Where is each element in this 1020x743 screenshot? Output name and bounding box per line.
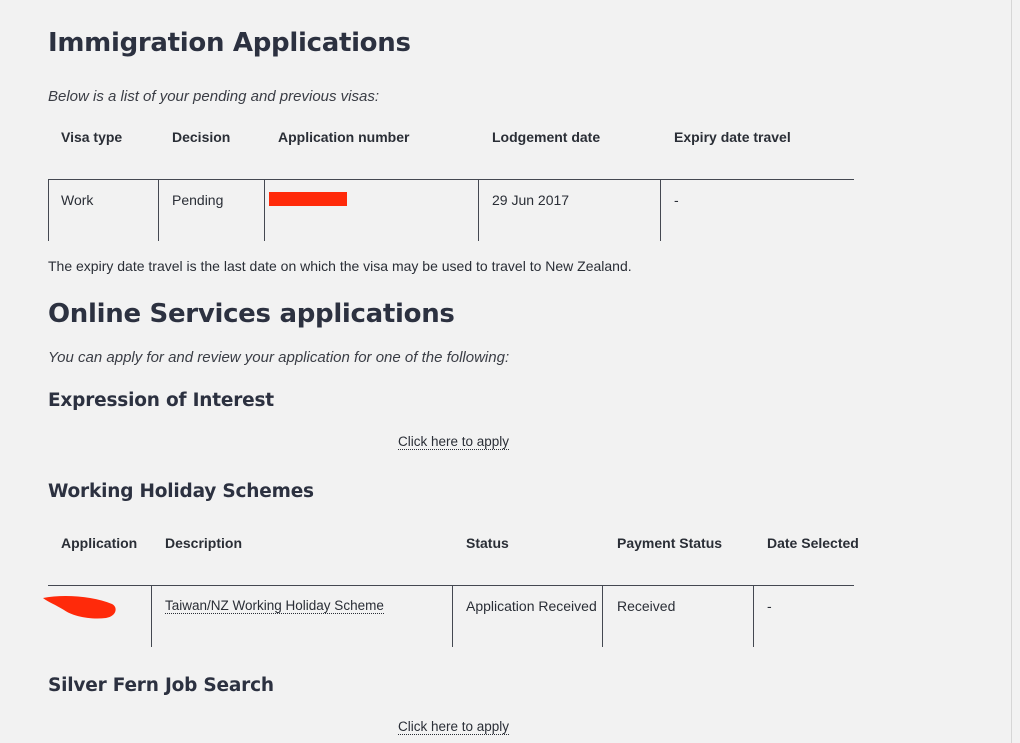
col-lodgement-date: Lodgement date [492,129,601,145]
visa-table-header-rule [48,179,854,180]
online-services-intro: You can apply for and review your applic… [48,349,510,366]
cell-border [151,586,152,647]
cell-border [48,180,49,241]
whs-description-link[interactable]: Taiwan/NZ Working Holiday Scheme [165,598,384,614]
right-divider [1011,0,1012,743]
col-application: Application [61,535,138,551]
whs-title: Working Holiday Schemes [48,481,314,502]
col-visa-type: Visa type [61,129,123,145]
eoi-apply-link[interactable]: Click here to apply [398,434,510,450]
online-services-title: Online Services applications [48,299,455,329]
expiry-note: The expiry date travel is the last date … [48,258,632,274]
cell-border [753,586,754,647]
col-expiry-date-travel: Expiry date travel [674,129,791,145]
page: Immigration Applications Below is a list… [0,0,1020,743]
col-description: Description [165,535,243,551]
cell-border [264,180,265,241]
status-value: Application Received [466,598,597,614]
payment-status-value: Received [617,598,676,614]
immigration-intro: Below is a list of your pending and prev… [48,88,380,105]
whs-table-header-rule [48,585,854,586]
col-status: Status [466,535,509,551]
silver-fern-apply-link[interactable]: Click here to apply [398,719,510,735]
cell-border [478,180,479,241]
redaction-mark [269,192,347,206]
col-application-number: Application number [278,129,410,145]
silver-fern-title: Silver Fern Job Search [48,675,274,696]
col-payment-status: Payment Status [617,535,723,551]
cell-border [602,586,603,647]
cell-border [660,180,661,241]
visa-type-value: Work [61,192,94,208]
eoi-title: Expression of Interest [48,390,274,411]
redaction-scribble [43,596,116,619]
cell-border [452,586,453,647]
col-decision: Decision [172,129,231,145]
expiry-date-value: - [674,192,679,208]
lodgement-date-value: 29 Jun 2017 [492,192,570,208]
page-title: Immigration Applications [48,28,411,58]
decision-value: Pending [172,192,224,208]
col-date-selected: Date Selected [767,535,859,551]
date-selected-value: - [767,598,772,614]
cell-border [158,180,159,241]
